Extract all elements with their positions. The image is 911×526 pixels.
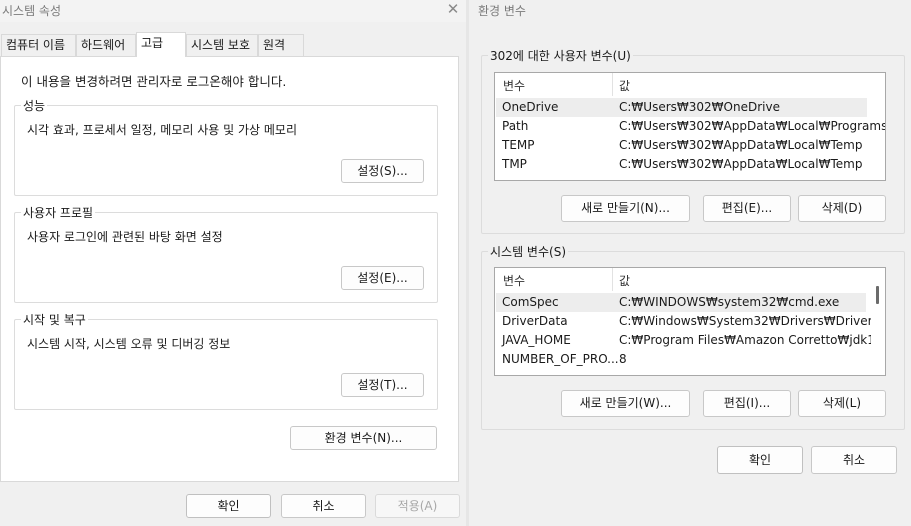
- user-edit-button[interactable]: 편집(E)...: [703, 195, 791, 222]
- variable-value: C:₩Users₩302₩OneDrive: [619, 100, 780, 114]
- column-header-variable[interactable]: 변수: [503, 272, 525, 289]
- column-header-variable[interactable]: 변수: [503, 77, 525, 94]
- table-row[interactable]: NUMBER_OF_PRO... 8: [496, 350, 866, 369]
- system-delete-button[interactable]: 삭제(L): [798, 390, 886, 417]
- table-row[interactable]: TMP C:₩Users₩302₩AppData₩Local₩Temp: [496, 155, 867, 174]
- variable-name: Path: [502, 119, 529, 133]
- performance-description: 시각 효과, 프로세서 일정, 메모리 사용 및 가상 메모리: [27, 123, 297, 137]
- startup-recovery-description: 시스템 시작, 시스템 오류 및 디버깅 정보: [27, 337, 231, 351]
- table-row[interactable]: OneDrive C:₩Users₩302₩OneDrive: [496, 98, 867, 117]
- env-dialog-title: 환경 변수: [478, 4, 526, 18]
- system-properties-dialog: 시스템 속성 ✕ 컴퓨터 이름 하드웨어 고급 시스템 보호 원격 이 내용을 …: [0, 0, 466, 526]
- cancel-button[interactable]: 취소: [281, 494, 366, 518]
- user-variables-list[interactable]: 변수 값 OneDrive C:₩Users₩302₩OneDrive Path…: [494, 72, 886, 181]
- column-header-value[interactable]: 값: [619, 77, 630, 94]
- variable-value: C:₩Users₩302₩AppData₩Local₩Temp: [619, 138, 863, 152]
- user-variables-legend: 302에 대한 사용자 변수(U): [488, 47, 633, 64]
- column-separator[interactable]: [612, 73, 613, 96]
- user-new-button[interactable]: 새로 만들기(N)...: [561, 195, 690, 222]
- variable-name: ComSpec: [502, 295, 559, 309]
- system-variables-list[interactable]: 변수 값 ComSpec C:₩WINDOWS₩system32₩cmd.exe…: [494, 267, 886, 376]
- startup-recovery-group-title: 시작 및 복구: [21, 311, 88, 328]
- tab-remote[interactable]: 원격: [258, 34, 304, 56]
- performance-settings-button[interactable]: 설정(S)...: [341, 159, 424, 183]
- variable-name: DriverData: [502, 314, 568, 328]
- ok-button[interactable]: 확인: [186, 494, 271, 518]
- system-edit-button[interactable]: 편집(I)...: [703, 390, 791, 417]
- variable-value: C:₩Users₩302₩AppData₩Local₩Programs...: [619, 119, 886, 133]
- column-header-value[interactable]: 값: [619, 272, 630, 289]
- variable-name: NUMBER_OF_PRO...: [502, 352, 619, 366]
- startup-recovery-settings-button[interactable]: 설정(T)...: [341, 373, 424, 397]
- apply-button[interactable]: 적용(A): [375, 494, 460, 518]
- environment-variables-button[interactable]: 환경 변수(N)...: [290, 426, 437, 450]
- variable-value: C:₩Program Files₩Amazon Corretto₩jdk11..…: [619, 333, 886, 347]
- user-profiles-settings-button[interactable]: 설정(E)...: [341, 266, 424, 290]
- user-profiles-description: 사용자 로그인에 관련된 바탕 화면 설정: [27, 230, 223, 244]
- user-profiles-group-title: 사용자 프로필: [21, 204, 96, 221]
- column-separator[interactable]: [612, 268, 613, 291]
- tab-hardware[interactable]: 하드웨어: [76, 34, 136, 56]
- vertical-scrollbar[interactable]: [871, 269, 885, 375]
- close-icon[interactable]: ✕: [444, 0, 462, 18]
- table-row[interactable]: TEMP C:₩Users₩302₩AppData₩Local₩Temp: [496, 136, 867, 155]
- tab-system-protection[interactable]: 시스템 보호: [186, 34, 258, 56]
- variable-name: TMP: [502, 157, 527, 171]
- variable-name: TEMP: [502, 138, 535, 152]
- list-header: 변수 값: [495, 268, 885, 291]
- system-variables-legend: 시스템 변수(S): [488, 243, 568, 260]
- env-cancel-button[interactable]: 취소: [811, 446, 897, 474]
- performance-group-title: 성능: [21, 97, 48, 114]
- admin-note: 이 내용을 변경하려면 관리자로 로그온해야 합니다.: [21, 74, 287, 89]
- tab-advanced[interactable]: 고급: [136, 32, 186, 57]
- title-bar: [0, 0, 466, 22]
- table-row[interactable]: JAVA_HOME C:₩Program Files₩Amazon Corret…: [496, 331, 885, 350]
- variable-value: C:₩Windows₩System32₩Drivers₩DriverData: [619, 314, 886, 328]
- user-delete-button[interactable]: 삭제(D): [798, 195, 886, 222]
- table-row[interactable]: DriverData C:₩Windows₩System32₩Drivers₩D…: [496, 312, 885, 331]
- variable-value: C:₩Users₩302₩AppData₩Local₩Temp: [619, 157, 863, 171]
- environment-variables-dialog: 환경 변수 302에 대한 사용자 변수(U) 변수 값 OneDrive C:…: [469, 0, 911, 526]
- tab-computer-name[interactable]: 컴퓨터 이름: [1, 34, 76, 56]
- system-new-button[interactable]: 새로 만들기(W)...: [561, 390, 690, 417]
- variable-name: JAVA_HOME: [502, 333, 571, 347]
- variable-name: OneDrive: [502, 100, 559, 114]
- env-ok-button[interactable]: 확인: [717, 446, 803, 474]
- variable-value: 8: [619, 352, 627, 366]
- list-header: 변수 값: [495, 73, 885, 96]
- table-row[interactable]: ComSpec C:₩WINDOWS₩system32₩cmd.exe: [496, 293, 866, 312]
- scrollbar-thumb[interactable]: [876, 286, 879, 304]
- dialog-title: 시스템 속성: [2, 4, 62, 18]
- variable-value: C:₩WINDOWS₩system32₩cmd.exe: [619, 295, 840, 309]
- table-row[interactable]: Path C:₩Users₩302₩AppData₩Local₩Programs…: [496, 117, 885, 136]
